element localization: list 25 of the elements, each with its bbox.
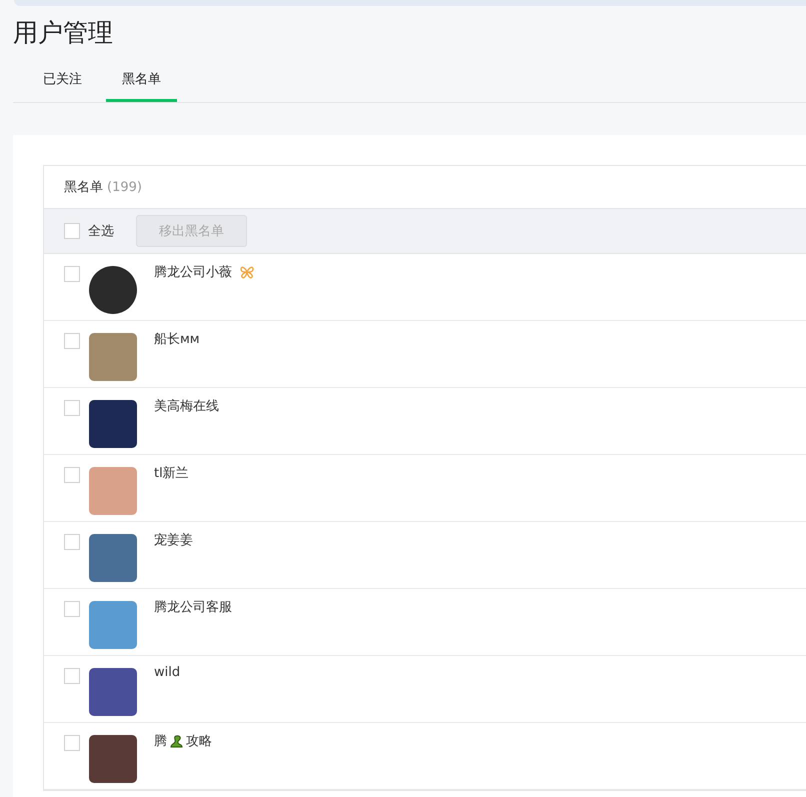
page-title: 用户管理 [13, 18, 114, 48]
checkbox[interactable] [64, 668, 80, 684]
list-count: (199) [107, 180, 142, 194]
select-all-label: 全选 [88, 223, 114, 240]
checkbox[interactable] [64, 333, 80, 349]
user-name: 宠姜姜 [154, 532, 193, 549]
user-name: 腾龙公司客服 [154, 599, 232, 616]
user-name: 腾龙公司小薇 [154, 264, 232, 281]
user-name: wild [154, 665, 180, 680]
user-name: tl新兰 [154, 465, 189, 482]
tab[interactable]: 已关注 [27, 70, 98, 102]
checkbox[interactable] [64, 400, 80, 416]
list-title: 黑名单 [64, 179, 103, 196]
user-name: 美高梅在线 [154, 398, 219, 415]
user-name: 攻略 [186, 733, 212, 750]
checkbox[interactable] [64, 467, 80, 483]
user-name: 腾 [154, 733, 167, 750]
checkbox[interactable] [64, 735, 80, 751]
tab[interactable]: 黑名单 [106, 70, 177, 102]
user-name: 船长ᴍᴍ [154, 331, 200, 348]
checkbox[interactable] [64, 534, 80, 550]
checkbox[interactable] [64, 223, 80, 239]
checkbox[interactable] [64, 601, 80, 617]
checkbox[interactable] [64, 266, 80, 282]
butterfly-icon [240, 265, 254, 279]
